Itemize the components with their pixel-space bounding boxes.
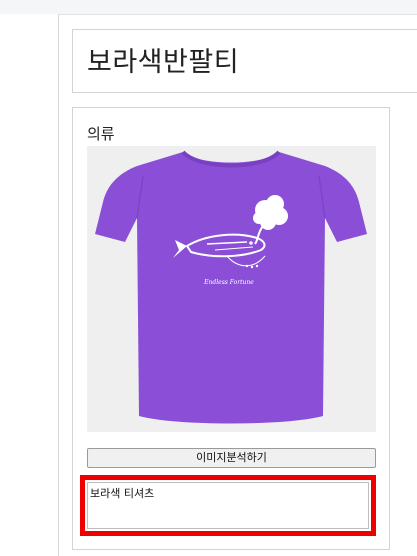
analyze-image-button[interactable]: 이미지분석하기: [87, 448, 376, 468]
top-bar: [0, 0, 417, 14]
tshirt-image: Endless Fortune: [87, 146, 376, 432]
tshirt-print-text: Endless Fortune: [203, 279, 254, 286]
title-box: 보라색반팔티: [72, 29, 417, 93]
card-label: 의류: [87, 125, 115, 143]
page-title: 보라색반팔티: [87, 47, 240, 78]
result-textarea[interactable]: 보라색 티셔츠: [87, 482, 369, 529]
result-highlight-box: 보라색 티셔츠: [80, 475, 376, 536]
left-gutter: [0, 14, 58, 555]
clothing-card: 의류 Endless Fortune 이미지분석하기 보라색 티셔츠: [72, 107, 390, 550]
result-text: 보라색 티셔츠: [90, 487, 155, 500]
product-image: Endless Fortune: [87, 146, 376, 432]
